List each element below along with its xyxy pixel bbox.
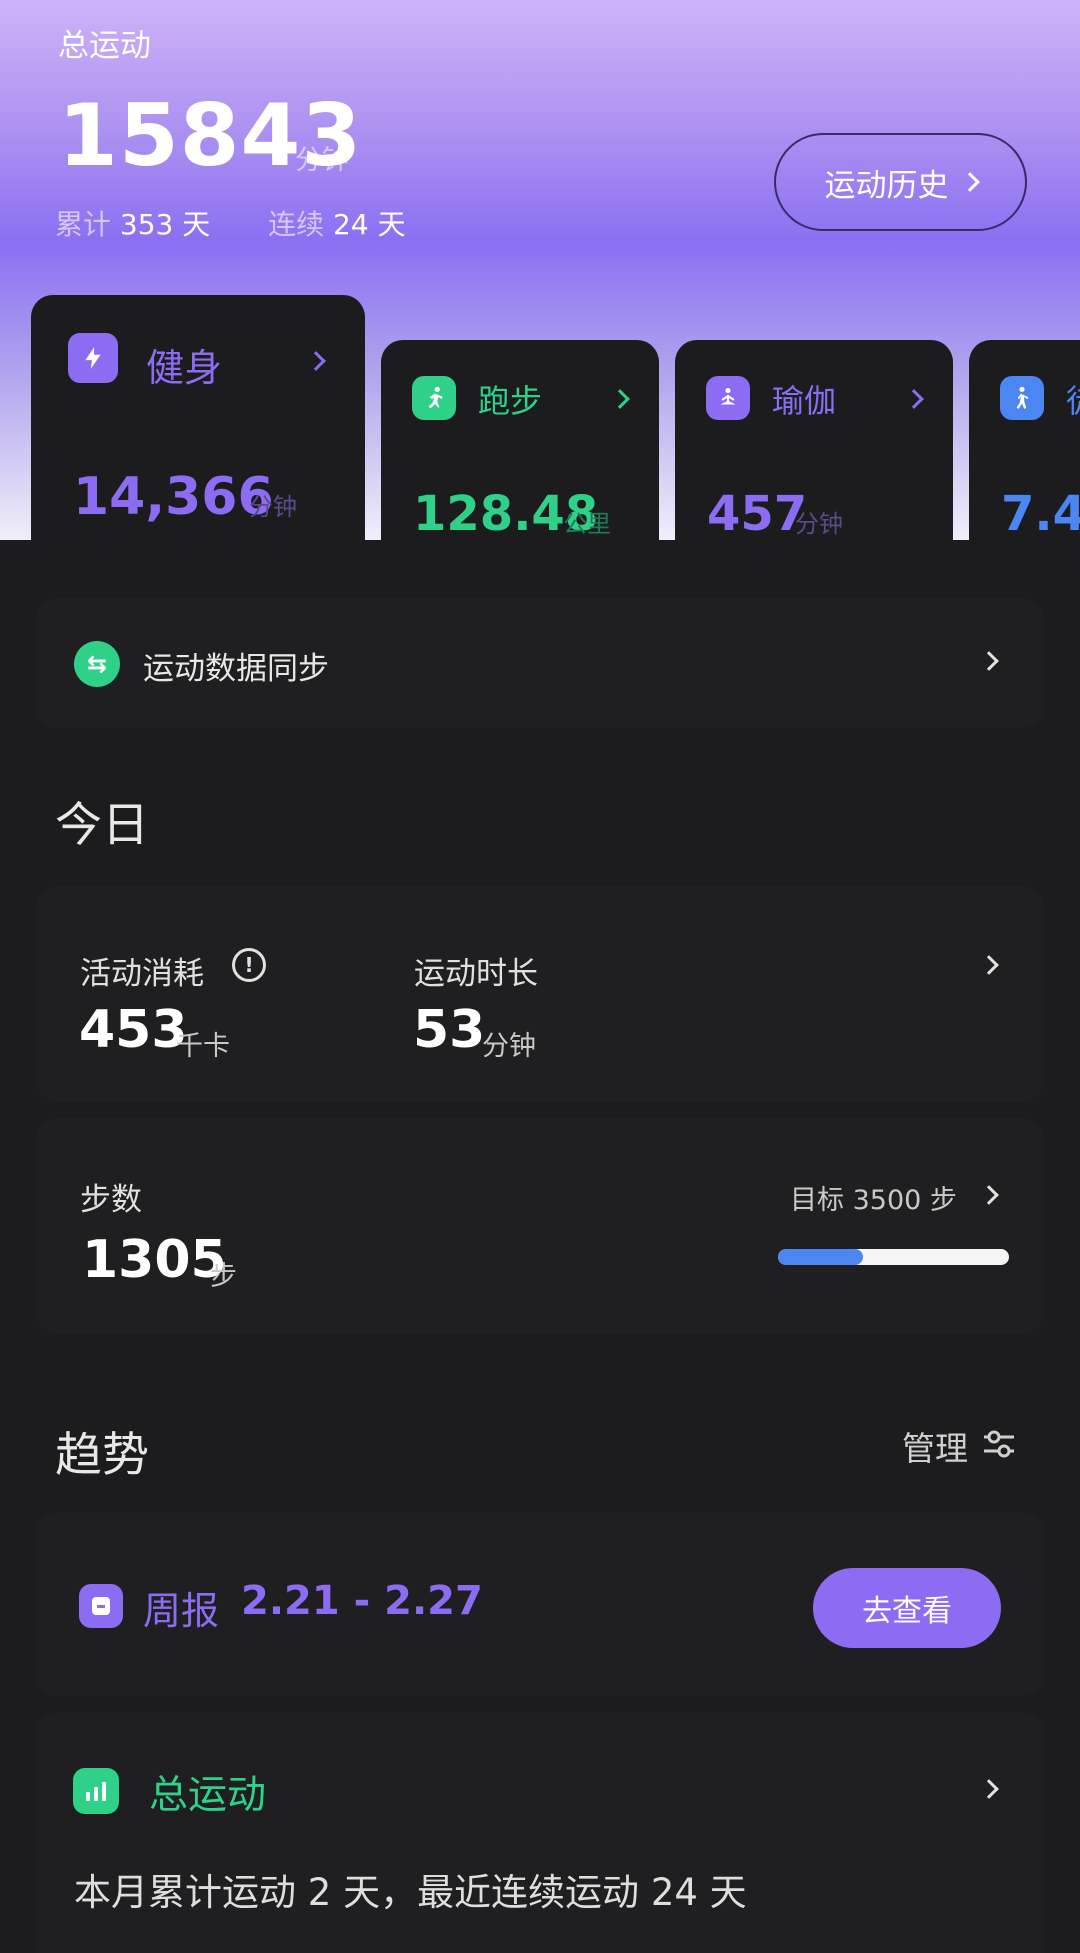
duration-unit: 分钟 xyxy=(482,1031,536,1062)
card-fitness[interactable]: 健身 14,366 分钟 xyxy=(31,295,365,561)
total-exercise-title: 总运动 xyxy=(58,28,151,64)
steps-panel[interactable]: 步数 1305 步 目标 3500 步 xyxy=(36,1118,1044,1334)
duration-value: 53 xyxy=(413,1000,486,1060)
card-yoga-unit: 分钟 xyxy=(795,510,843,538)
card-fitness-value: 14,366 xyxy=(73,467,274,527)
steps-progress-bar xyxy=(778,1249,1009,1265)
goal-value: 3500 xyxy=(852,1185,922,1216)
exercise-history-button[interactable]: 运动历史 xyxy=(774,133,1027,231)
steps-value: 1305 xyxy=(82,1230,227,1290)
sliders-icon xyxy=(982,1427,1016,1465)
weekly-report-range: 2.21 - 2.27 xyxy=(241,1578,483,1624)
exercise-history-label: 运动历史 xyxy=(824,167,949,204)
chevron-right-icon xyxy=(306,351,326,371)
card-walking[interactable]: 徒 7.41 xyxy=(969,340,1080,561)
total-minutes-unit: 分钟 xyxy=(295,145,349,176)
goal-label: 目标 xyxy=(790,1185,844,1216)
sync-row[interactable]: ⇆ 运动数据同步 xyxy=(36,598,1044,728)
steps-progress-fill xyxy=(778,1249,864,1265)
trend-title: 趋势 xyxy=(55,1428,149,1483)
card-walking-value: 7.41 xyxy=(1001,486,1080,542)
bar-chart-icon xyxy=(73,1768,119,1814)
goal-unit: 步 xyxy=(929,1185,957,1216)
chevron-right-icon xyxy=(959,172,980,192)
steps-label: 步数 xyxy=(80,1182,142,1218)
cumulative-days: 353 xyxy=(119,208,174,241)
streak-label: 连续 xyxy=(268,208,325,241)
card-yoga[interactable]: 瑜伽 457 分钟 xyxy=(675,340,953,561)
chevron-right-icon xyxy=(979,1185,999,1205)
walking-icon xyxy=(1000,376,1044,420)
today-title: 今日 xyxy=(55,798,149,853)
chevron-right-icon xyxy=(904,389,924,409)
streak-unit: 天 xyxy=(377,208,406,241)
yoga-icon xyxy=(706,376,750,420)
manage-label: 管理 xyxy=(902,1429,968,1468)
total-exercise-panel[interactable]: 总运动 本月累计运动 2 天，最近连续运动 24 天 xyxy=(36,1712,1044,1953)
calories-unit: 千卡 xyxy=(176,1031,230,1062)
sync-label: 运动数据同步 xyxy=(143,651,329,687)
steps-unit: 步 xyxy=(210,1261,237,1292)
card-yoga-name: 瑜伽 xyxy=(772,382,837,420)
today-summary-panel[interactable]: 活动消耗 ! 453 千卡 运动时长 53 分钟 xyxy=(36,886,1044,1102)
card-walking-name: 徒 xyxy=(1066,376,1080,422)
chevron-right-icon xyxy=(979,651,999,671)
running-icon xyxy=(412,376,456,420)
chevron-right-icon xyxy=(979,1779,999,1799)
total-exercise-summary: 本月累计运动 2 天，最近连续运动 24 天 xyxy=(74,1871,747,1914)
duration-label: 运动时长 xyxy=(414,956,538,992)
card-running-name: 跑步 xyxy=(478,382,543,420)
steps-goal: 目标 3500 步 xyxy=(790,1178,957,1217)
weekly-report-label: 周报 xyxy=(143,1589,220,1633)
view-report-button[interactable]: 去查看 xyxy=(813,1568,1001,1648)
total-exercise-title: 总运动 xyxy=(149,1773,267,1818)
card-fitness-name: 健身 xyxy=(146,346,223,390)
manage-button[interactable]: 管理 xyxy=(902,1424,1016,1468)
calories-label: 活动消耗 xyxy=(80,956,204,992)
card-fitness-unit: 分钟 xyxy=(249,493,297,521)
info-icon[interactable]: ! xyxy=(232,948,266,982)
calories-value: 453 xyxy=(79,1000,188,1060)
chevron-right-icon xyxy=(979,955,999,975)
card-running[interactable]: 跑步 128.48 公里 xyxy=(381,340,659,561)
cumulative-unit: 天 xyxy=(182,208,211,241)
streak-days: 24 xyxy=(333,208,369,241)
card-running-unit: 公里 xyxy=(563,510,611,538)
card-yoga-value: 457 xyxy=(707,486,808,542)
chevron-right-icon xyxy=(610,389,630,409)
hero-stats: 累计 353 天 连续 24 天 xyxy=(55,203,406,243)
report-icon xyxy=(79,1584,123,1628)
cumulative-label: 累计 xyxy=(55,208,112,241)
sync-icon: ⇆ xyxy=(74,641,120,687)
lightning-icon xyxy=(68,333,118,383)
